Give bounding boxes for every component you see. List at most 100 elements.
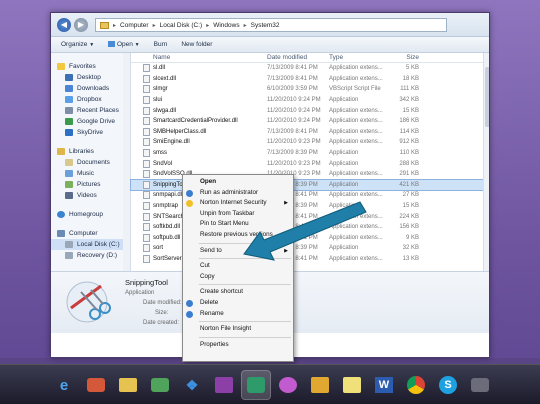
forward-button[interactable]: ▶ xyxy=(74,18,88,32)
file-row[interactable]: slwga.dll 11/20/2010 9:24 PM Application e… xyxy=(131,105,489,116)
file-row[interactable]: SMBHelperClass.dll 7/13/2009 8:41 PM Appli… xyxy=(131,127,489,138)
open-button[interactable]: Open ▼ xyxy=(108,41,140,48)
menu-item-open[interactable]: Open xyxy=(183,177,293,188)
file-row[interactable]: smss 7/13/2009 8:39 PM Application 110 KB xyxy=(131,148,489,159)
back-button[interactable]: ◀ xyxy=(57,18,71,32)
file-row[interactable]: SmiEngine.dll 11/20/2010 9:23 PM Applicati… xyxy=(131,137,489,148)
column-header-name[interactable]: Name xyxy=(131,54,267,61)
music-icon xyxy=(65,170,73,177)
pointer-arrow-annotation xyxy=(243,201,367,261)
file-size: 912 KB xyxy=(399,139,419,146)
chevron-down-icon: ▼ xyxy=(134,42,140,48)
details-date-modified-label: Date modified: xyxy=(143,300,182,306)
menu-item-create-shortcut[interactable]: Create shortcut xyxy=(183,287,293,298)
menu-item-rename[interactable]: Rename xyxy=(183,309,293,320)
sidebar-scrollbar[interactable] xyxy=(123,53,130,271)
snipping-tool-icon xyxy=(247,377,265,393)
file-row[interactable]: SndVol 11/20/2010 9:23 PM Application 288 K… xyxy=(131,158,489,169)
sidebar-homegroup[interactable]: Homegroup xyxy=(51,209,130,220)
taskbar-internet-explorer[interactable]: e xyxy=(50,371,78,399)
taskbar-network[interactable] xyxy=(274,371,302,399)
column-header-date[interactable]: Date modified xyxy=(267,54,329,61)
column-header-size[interactable]: Size xyxy=(389,54,419,61)
crumb-local-disk[interactable]: Local Disk (C:) xyxy=(160,22,203,29)
taskbar-sticky-notes[interactable] xyxy=(338,371,366,399)
sidebar-item-music[interactable]: Music xyxy=(51,168,130,179)
crumb-windows[interactable]: Windows xyxy=(213,22,239,29)
paint-icon xyxy=(87,378,105,392)
file-type: Application extens... xyxy=(329,118,383,125)
sidebar-favorites[interactable]: Favorites xyxy=(51,61,130,72)
menu-item-copy[interactable]: Copy xyxy=(183,272,293,283)
sidebar-item-pictures[interactable]: Pictures xyxy=(51,179,130,190)
file-row[interactable]: slui 11/20/2010 9:24 PM Application 342 KB xyxy=(131,95,489,106)
sidebar-item-skydrive[interactable]: SkyDrive xyxy=(51,127,130,138)
sidebar-item-videos[interactable]: Videos xyxy=(51,190,130,201)
file-icon xyxy=(143,96,150,105)
scroll-thumb[interactable] xyxy=(485,67,489,127)
file-date: 7/13/2009 8:41 PM xyxy=(267,128,318,135)
address-bar[interactable]: ▸ Computer ▸ Local Disk (C:) ▸ Windows ▸… xyxy=(95,18,447,32)
sidebar-item-local-disk[interactable]: Local Disk (C:) xyxy=(51,239,130,250)
sidebar-item-desktop[interactable]: Desktop xyxy=(51,72,130,83)
vertical-scrollbar[interactable] xyxy=(483,53,489,271)
file-name: slui xyxy=(131,96,267,105)
taskbar-word[interactable]: W xyxy=(370,371,398,399)
file-icon xyxy=(143,74,150,83)
crumb-system32[interactable]: System32 xyxy=(251,22,280,29)
taskbar-games[interactable] xyxy=(146,371,174,399)
file-row[interactable]: SmartcardCredentialProvider.dll 11/20/201… xyxy=(131,116,489,127)
navigation-pane: Favorites Desktop Downloads Dropbox Rece… xyxy=(51,53,131,271)
windows-explorer-icon xyxy=(119,378,137,392)
taskbar-paint[interactable] xyxy=(82,371,110,399)
network-icon xyxy=(279,377,297,393)
games-icon xyxy=(151,378,169,392)
menu-item-delete[interactable]: Delete xyxy=(183,298,293,309)
file-name: SmartcardCredentialProvider.dll xyxy=(131,117,267,126)
sidebar-item-dropbox[interactable]: Dropbox xyxy=(51,94,130,105)
taskbar-skype[interactable]: S xyxy=(434,371,462,399)
taskbar-onenote[interactable] xyxy=(210,371,238,399)
drive-icon xyxy=(65,252,73,259)
skype-icon: S xyxy=(439,376,457,394)
organize-button[interactable]: Organize ▼ xyxy=(61,41,94,48)
menu-item-properties[interactable]: Properties xyxy=(183,340,293,351)
sidebar-item-google-drive[interactable]: Google Drive xyxy=(51,116,130,127)
menu-item-norton-file-insight[interactable]: Norton File Insight xyxy=(183,324,293,335)
file-name: SMBHelperClass.dll xyxy=(131,127,267,136)
file-icon xyxy=(143,117,150,126)
new-folder-button[interactable]: New folder xyxy=(181,41,212,48)
computer-icon xyxy=(57,230,65,237)
file-size: 32 KB xyxy=(402,245,419,252)
sidebar-item-recent-places[interactable]: Recent Places xyxy=(51,105,130,116)
open-icon xyxy=(108,41,116,48)
file-size: 186 KB xyxy=(399,118,419,125)
sidebar-item-recovery[interactable]: Recovery (D:) xyxy=(51,250,130,261)
taskbar-chrome[interactable] xyxy=(402,371,430,399)
file-name: slmgr xyxy=(131,85,267,94)
column-headers: Name Date modified Type Size xyxy=(131,53,489,63)
sidebar-item-downloads[interactable]: Downloads xyxy=(51,83,130,94)
file-icon xyxy=(143,138,150,147)
skydrive-icon xyxy=(65,129,73,136)
file-row[interactable]: slmgr 6/10/2009 3:59 PM VBScript Script Fi… xyxy=(131,84,489,95)
crumb-computer[interactable]: Computer xyxy=(120,22,149,29)
taskbar-media-player[interactable] xyxy=(306,371,334,399)
file-name: smss xyxy=(131,149,267,158)
media-player-icon xyxy=(311,377,329,393)
sidebar-item-documents[interactable]: Documents xyxy=(51,157,130,168)
file-row[interactable]: sl.dll 7/13/2009 8:41 PM Application exten… xyxy=(131,63,489,74)
documents-icon xyxy=(65,159,73,166)
column-header-type[interactable]: Type xyxy=(329,54,389,61)
file-date: 11/20/2010 9:23 PM xyxy=(267,160,321,167)
sidebar-libraries[interactable]: Libraries xyxy=(51,146,130,157)
file-date: 7/13/2009 8:41 PM xyxy=(267,65,318,72)
taskbar-snipping-tool[interactable] xyxy=(241,370,271,400)
sidebar-computer[interactable]: Computer xyxy=(51,228,130,239)
file-date: 6/10/2009 3:59 PM xyxy=(267,86,318,93)
burn-button[interactable]: Burn xyxy=(154,41,168,48)
taskbar-dropbox[interactable]: ❖ xyxy=(178,371,206,399)
file-row[interactable]: slcext.dll 7/13/2009 8:41 PM Application e… xyxy=(131,74,489,85)
taskbar-camera[interactable] xyxy=(466,371,494,399)
taskbar-windows-explorer[interactable] xyxy=(114,371,142,399)
